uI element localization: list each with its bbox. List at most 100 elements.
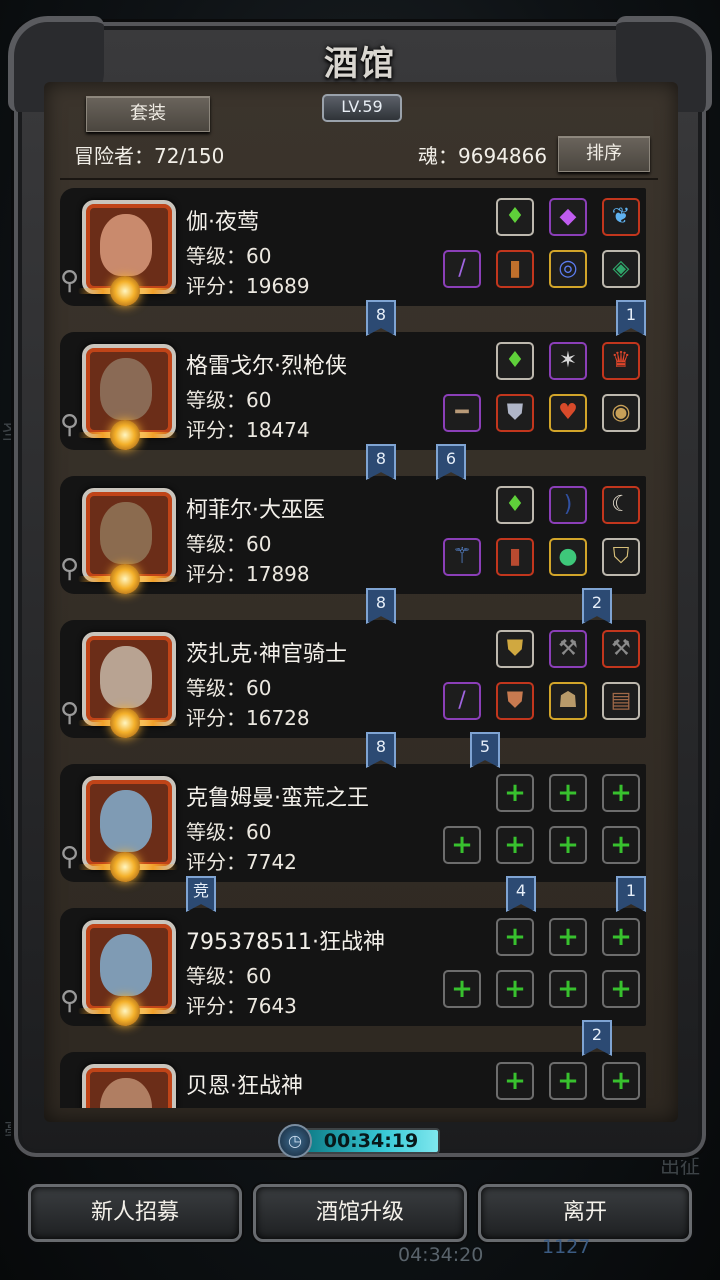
heart-amulet-icon[interactable]: ♥ (549, 394, 587, 432)
scepter-icon[interactable]: ⚚ (443, 538, 481, 576)
hero-card[interactable]: ⚲贝恩·狂战神+++ (60, 1052, 646, 1108)
empty-slot-icon-glyph: + (610, 974, 632, 1004)
empty-slot-icon[interactable]: + (602, 918, 640, 956)
tusk-icon[interactable]: ☾ (602, 486, 640, 524)
empty-slot-icon[interactable]: + (549, 918, 587, 956)
blue-feather-icon[interactable]: ❦ (602, 198, 640, 236)
red-armor-icon[interactable]: ▮ (496, 538, 534, 576)
empty-slot-icon[interactable]: + (496, 918, 534, 956)
hero-card[interactable]: ⚲ 茨扎克·神官骑士 等级：60 评分：16728 ⛊ ⚒ ⚒ / ⛊ ☗ ▤ (60, 620, 646, 738)
empty-slot-icon[interactable]: + (549, 1062, 587, 1100)
empty-slot-icon[interactable]: + (549, 826, 587, 864)
dark-axe-icon[interactable]: ⚒ (602, 630, 640, 668)
dispatch-icon[interactable]: ⚲ (60, 842, 79, 872)
hero-level: 等级：60 (186, 244, 272, 268)
empty-slot-icon-glyph: + (504, 778, 526, 808)
empty-slot-icon[interactable]: + (602, 774, 640, 812)
empty-slot-icon[interactable]: + (496, 826, 534, 864)
hero-score: 评分：18474 (186, 418, 310, 442)
purple-staff-icon[interactable]: / (443, 682, 481, 720)
hero-score: 评分：7742 (186, 850, 297, 874)
red-crest-icon-glyph: ♛ (611, 348, 631, 373)
empty-slot-icon[interactable]: + (549, 970, 587, 1008)
dark-axe-icon[interactable]: ⚒ (549, 630, 587, 668)
slot-count-tag: 8 (366, 732, 396, 768)
upgrade-tavern-button[interactable]: 酒馆升级 (253, 1184, 467, 1242)
hero-card[interactable]: ⚲ 柯菲尔·大巫医 等级：60 评分：17898 ♦) ☾ ⚚ ▮ ● ⛉ (60, 476, 646, 594)
hero-portrait[interactable] (82, 1064, 176, 1108)
hero-face (100, 646, 152, 708)
star-emblem-icon (110, 852, 140, 882)
empty-slot-icon[interactable]: + (496, 970, 534, 1008)
purple-staff-icon[interactable]: / (443, 250, 481, 288)
dispatch-icon[interactable]: ⚲ (60, 698, 79, 728)
star-emblem-icon (110, 276, 140, 306)
plate-armor-icon[interactable]: ⛊ (496, 682, 534, 720)
green-gem-icon[interactable]: ♦ (496, 486, 534, 524)
green-gem-icon-glyph: ♦ (505, 492, 525, 517)
hero-card[interactable]: ⚲ 伽·夜莺 等级：60 评分：19689 ♦ ◆ ❦ / ▮ ◎ ◈ (60, 188, 646, 306)
dispatch-icon[interactable]: ⚲ (60, 266, 79, 296)
gold-amulet-icon[interactable]: ◈ (602, 250, 640, 288)
armor-icon-glyph: ⛊ (506, 400, 524, 425)
empty-slot-icon-glyph: + (451, 974, 473, 1004)
dispatch-icon[interactable]: ⚲ (60, 986, 79, 1016)
rifle-icon[interactable]: ━ (443, 394, 481, 432)
red-robe-icon[interactable]: ▮ (496, 250, 534, 288)
green-gem-icon[interactable]: ♦ (496, 342, 534, 380)
dark-bow-icon[interactable]: ) (549, 486, 587, 524)
empty-slot-icon[interactable]: + (496, 1062, 534, 1100)
empty-slot-icon-glyph: + (504, 1066, 526, 1096)
empty-slot-icon[interactable]: + (496, 774, 534, 812)
dispatch-icon[interactable]: ⚲ (60, 410, 79, 440)
background-counter: 1127 (542, 1236, 591, 1258)
wing-emblem-icon[interactable]: ✶ (549, 342, 587, 380)
purple-crystal-icon[interactable]: ◆ (549, 198, 587, 236)
gold-armor-icon[interactable]: ⛊ (496, 630, 534, 668)
empty-slot-icon-glyph: + (557, 974, 579, 1004)
empty-slot-icon[interactable]: + (443, 970, 481, 1008)
empty-slot-icon-glyph: + (610, 830, 632, 860)
hero-level: 等级：60 (186, 532, 272, 556)
red-crest-icon[interactable]: ♛ (602, 342, 640, 380)
empty-slot-icon-glyph: + (557, 778, 579, 808)
hero-card[interactable]: ⚲ 克鲁姆曼·蛮荒之王 等级：60 评分：7742 + + + + + + + (60, 764, 646, 882)
empty-slot-icon[interactable]: + (443, 826, 481, 864)
red-armor-icon-glyph: ▮ (508, 544, 522, 569)
tome-icon[interactable]: ▤ (602, 682, 640, 720)
slot-count-tag: 2 (582, 1020, 612, 1056)
hero-face (100, 790, 152, 852)
gold-shield-icon[interactable]: ⛉ (602, 538, 640, 576)
blue-ring-icon[interactable]: ◎ (549, 250, 587, 288)
heart-amulet-icon-glyph: ♥ (558, 400, 578, 425)
dispatch-icon[interactable]: ⚲ (60, 554, 79, 584)
round-shield-icon[interactable]: ◉ (602, 394, 640, 432)
empty-slot-icon-glyph: + (557, 830, 579, 860)
hero-face (100, 358, 152, 420)
tusk-icon-glyph: ☾ (611, 492, 631, 517)
hero-level: 等级：60 (186, 964, 272, 988)
suit-button[interactable]: 套装 (86, 96, 210, 132)
star-emblem-icon (110, 420, 140, 450)
recruit-timer: 00:34:19 ◷ (278, 1124, 442, 1158)
sort-button[interactable]: 排序 (558, 136, 650, 172)
hero-card[interactable]: ⚲ 795378511·狂战神 等级：60 评分：7643 + + + + + + + (60, 908, 646, 1026)
hero-card[interactable]: ⚲ 格雷戈尔·烈枪侠 等级：60 评分：18474 ♦ ✶ ♛ ━ ⛊ ♥ ◉ (60, 332, 646, 450)
mask-icon-glyph: ☗ (558, 688, 578, 713)
empty-slot-icon[interactable]: + (602, 1062, 640, 1100)
armor-icon[interactable]: ⛊ (496, 394, 534, 432)
recruit-button[interactable]: 新人招募 (28, 1184, 242, 1242)
hero-list[interactable]: ⚲ 伽·夜莺 等级：60 评分：19689 ♦ ◆ ❦ / ▮ ◎ ◈ ⚲ 格雷戈尔·烈枪侠 等级：60 评… (56, 186, 656, 1108)
green-gem-icon[interactable]: ♦ (496, 198, 534, 236)
page-title: 酒馆 (324, 44, 396, 84)
empty-slot-icon[interactable]: + (602, 826, 640, 864)
red-robe-icon-glyph: ▮ (508, 256, 522, 281)
hero-level: 等级：60 (186, 388, 272, 412)
mask-icon[interactable]: ☗ (549, 682, 587, 720)
title-plate: 酒馆 (300, 36, 420, 94)
empty-slot-icon[interactable]: + (602, 970, 640, 1008)
slot-count-tag: 2 (582, 588, 612, 624)
empty-slot-icon[interactable]: + (549, 774, 587, 812)
leave-button[interactable]: 离开 (478, 1184, 692, 1242)
green-orb-icon[interactable]: ● (549, 538, 587, 576)
